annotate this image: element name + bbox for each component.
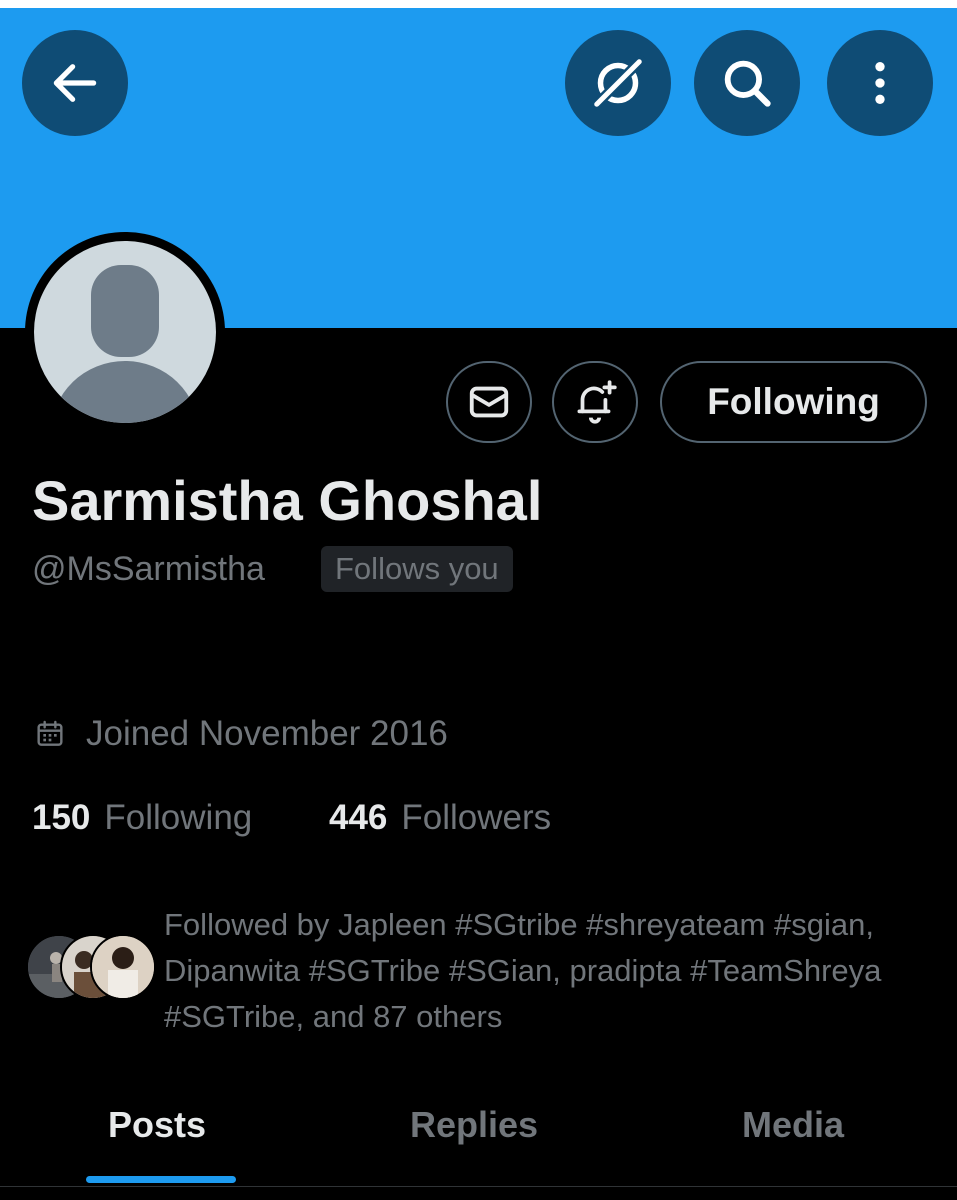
- avatar-frame[interactable]: [25, 232, 225, 432]
- tab-posts[interactable]: Posts: [108, 1104, 206, 1146]
- tab-replies[interactable]: Replies: [410, 1104, 538, 1146]
- back-button[interactable]: [22, 30, 128, 136]
- following-count: 150: [32, 798, 91, 837]
- followers-label: Followers: [401, 798, 552, 837]
- calendar-icon: [37, 720, 63, 746]
- more-vertical-icon: [875, 62, 885, 104]
- joined-date-row: Joined November 2016: [34, 714, 448, 754]
- bell-plus-icon: [577, 380, 617, 424]
- grok-slash-circle-icon: [590, 55, 646, 111]
- default-avatar-icon: [51, 265, 199, 423]
- follower-avatar-3[interactable]: [90, 934, 156, 1000]
- notifications-button[interactable]: [552, 361, 638, 443]
- avatar: [34, 241, 216, 423]
- follows-you-badge: Follows you: [321, 546, 513, 592]
- display-name: Sarmistha Ghoshal: [32, 469, 543, 532]
- search-icon: [724, 60, 771, 107]
- message-button[interactable]: [446, 361, 532, 443]
- following-stat[interactable]: 150 Following: [32, 798, 252, 838]
- active-tab-indicator: [86, 1176, 236, 1183]
- following-button[interactable]: Following: [660, 361, 927, 443]
- following-button-label: Following: [707, 381, 880, 422]
- more-options-button[interactable]: [827, 30, 933, 136]
- arrow-left-icon: [53, 64, 97, 102]
- search-button[interactable]: [694, 30, 800, 136]
- following-label: Following: [104, 798, 253, 837]
- grok-button[interactable]: [565, 30, 671, 136]
- followers-stat[interactable]: 446 Followers: [329, 798, 551, 838]
- follower-photo: [92, 936, 154, 998]
- joined-date: Joined November 2016: [86, 714, 448, 753]
- followers-count: 446: [329, 798, 388, 837]
- status-strip: [0, 0, 957, 8]
- followed-by-text[interactable]: Followed by Japleen #SGtribe #shreyateam…: [164, 902, 924, 1040]
- tabs-divider: [0, 1186, 957, 1187]
- tab-media[interactable]: Media: [742, 1104, 844, 1146]
- user-handle: @MsSarmistha: [32, 550, 265, 588]
- envelope-icon: [469, 386, 509, 418]
